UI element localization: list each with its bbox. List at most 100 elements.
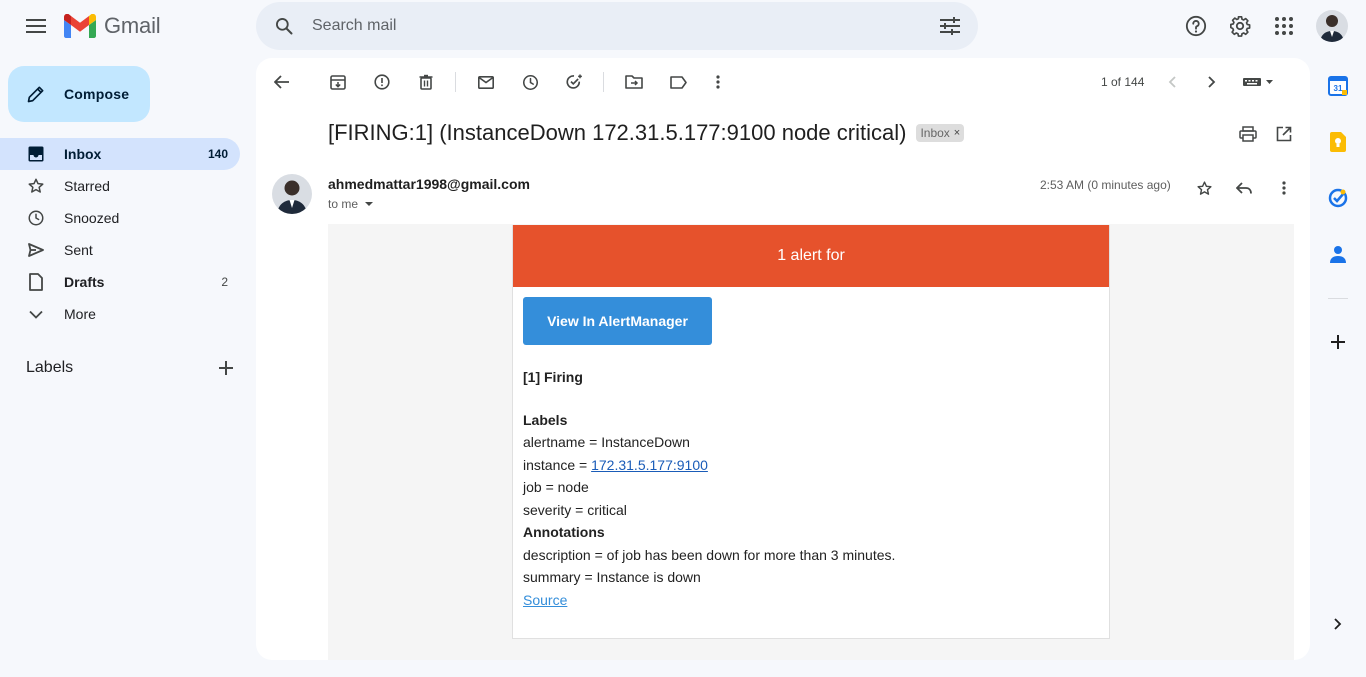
label-instance: instance = 172.31.5.177:9100 xyxy=(523,454,1099,477)
labels-title: Labels xyxy=(26,359,74,376)
main-menu-button[interactable] xyxy=(20,10,52,42)
app-name: Gmail xyxy=(104,13,161,38)
account-avatar[interactable] xyxy=(1316,10,1348,42)
annotations-heading: Annotations xyxy=(523,524,605,540)
keyboard-icon xyxy=(1243,78,1273,86)
chip-label: Inbox xyxy=(920,126,950,140)
recipient-details[interactable]: to me xyxy=(328,197,376,211)
show-side-panel-button[interactable] xyxy=(1322,608,1354,640)
google-apps-button[interactable] xyxy=(1266,8,1302,44)
compose-label: Compose xyxy=(64,86,130,102)
search-bar[interactable] xyxy=(256,2,978,50)
message-subject: [FIRING:1] (InstanceDown 172.31.5.177:91… xyxy=(328,120,907,145)
sidebar-nav: Inbox 140 Starred Snoozed Sent Drafts 2 … xyxy=(0,138,240,330)
pencil-icon xyxy=(27,86,44,103)
chevron-left-icon xyxy=(1168,76,1176,88)
back-button[interactable] xyxy=(262,64,302,100)
tune-icon xyxy=(940,17,960,35)
sidebar-item-drafts[interactable]: Drafts 2 xyxy=(0,266,240,298)
more-vert-icon xyxy=(1282,181,1286,195)
mark-unread-button[interactable] xyxy=(466,64,506,100)
add-task-icon xyxy=(566,74,582,89)
send-icon xyxy=(26,240,46,260)
delete-button[interactable] xyxy=(406,64,446,100)
keep-app-button[interactable] xyxy=(1322,126,1354,158)
labels-heading: Labels xyxy=(523,412,568,428)
compose-button[interactable]: Compose xyxy=(8,66,150,122)
reply-button[interactable] xyxy=(1228,172,1260,204)
contacts-app-button[interactable] xyxy=(1322,238,1354,270)
svg-text:31: 31 xyxy=(1334,84,1343,93)
archive-icon xyxy=(330,75,346,90)
star-icon xyxy=(26,176,46,196)
annotation-summary: summary = Instance is down xyxy=(523,569,701,585)
calendar-icon: 31 xyxy=(1328,76,1348,96)
labels-button[interactable] xyxy=(658,64,698,100)
email-body-background: 1 alert for View In AlertManager [1] Fir… xyxy=(328,224,1294,660)
help-icon xyxy=(1185,15,1207,37)
message-subject-row: [FIRING:1] (InstanceDown 172.31.5.177:91… xyxy=(328,120,965,146)
settings-button[interactable] xyxy=(1222,8,1258,44)
search-button[interactable] xyxy=(256,16,312,36)
more-options-button[interactable] xyxy=(698,64,738,100)
gmail-logo[interactable]: Gmail xyxy=(64,12,161,40)
input-tools-button[interactable] xyxy=(1236,64,1280,100)
tasks-icon xyxy=(1328,188,1348,208)
calendar-app-button[interactable]: 31 xyxy=(1322,70,1354,102)
view-in-alertmanager-button[interactable]: View In AlertManager xyxy=(523,297,712,345)
inbox-icon xyxy=(26,144,46,164)
pagination-count: 1 of 144 xyxy=(1101,75,1145,89)
instance-link[interactable]: 172.31.5.177:9100 xyxy=(591,457,708,473)
apps-grid-icon xyxy=(1275,17,1293,35)
chevron-down-icon xyxy=(26,304,46,324)
star-button[interactable] xyxy=(1188,172,1220,204)
move-to-button[interactable] xyxy=(614,64,654,100)
get-addons-button[interactable] xyxy=(1322,326,1354,358)
create-label-button[interactable] xyxy=(214,356,238,380)
remove-label-button[interactable]: × xyxy=(954,127,960,139)
caret-down-icon xyxy=(365,202,374,206)
add-to-tasks-button[interactable] xyxy=(554,64,594,100)
label-job: job = node xyxy=(523,479,589,495)
draft-file-icon xyxy=(26,272,46,292)
tasks-app-button[interactable] xyxy=(1322,182,1354,214)
chevron-right-icon xyxy=(1334,618,1342,630)
sidebar-item-snoozed[interactable]: Snoozed xyxy=(0,202,240,234)
plus-icon xyxy=(219,361,233,375)
newer-button[interactable] xyxy=(1152,64,1192,100)
older-button[interactable] xyxy=(1192,64,1232,100)
search-options-button[interactable] xyxy=(922,17,978,35)
toolbar-divider xyxy=(455,72,456,92)
contacts-icon xyxy=(1330,246,1346,263)
sender-email[interactable]: ahmedmattar1998@gmail.com xyxy=(328,176,530,192)
report-spam-button[interactable] xyxy=(362,64,402,100)
keep-icon xyxy=(1330,132,1346,152)
draft-count: 2 xyxy=(221,275,228,289)
label-alertname: alertname = InstanceDown xyxy=(523,434,690,450)
search-input[interactable] xyxy=(312,17,922,35)
archive-button[interactable] xyxy=(318,64,358,100)
snooze-button[interactable] xyxy=(510,64,550,100)
alert-banner: 1 alert for xyxy=(513,225,1109,287)
print-all-button[interactable] xyxy=(1234,120,1262,148)
message-timestamp: 2:53 AM (0 minutes ago) xyxy=(1040,178,1171,192)
sidebar-item-starred[interactable]: Starred xyxy=(0,170,240,202)
message-toolbar: 1 of 144 xyxy=(256,58,1310,106)
sidebar-item-inbox[interactable]: Inbox 140 xyxy=(0,138,240,170)
sidebar-item-more[interactable]: More xyxy=(0,298,240,330)
star-icon xyxy=(1196,180,1212,195)
sidebar-item-sent[interactable]: Sent xyxy=(0,234,240,266)
source-link[interactable]: Source xyxy=(523,592,567,608)
inbox-label-chip[interactable]: Inbox × xyxy=(916,124,965,142)
sender-avatar[interactable] xyxy=(272,174,312,214)
sidebar-item-label: Drafts xyxy=(64,274,105,290)
support-button[interactable] xyxy=(1178,8,1214,44)
firing-heading: [1] Firing xyxy=(523,369,583,385)
more-vert-icon xyxy=(716,75,720,89)
message-more-button[interactable] xyxy=(1268,172,1300,204)
clock-icon xyxy=(26,208,46,228)
arrow-back-icon xyxy=(274,75,289,89)
avatar-photo-icon xyxy=(272,174,312,214)
open-new-window-button[interactable] xyxy=(1270,120,1298,148)
open-in-new-icon xyxy=(1276,126,1292,142)
